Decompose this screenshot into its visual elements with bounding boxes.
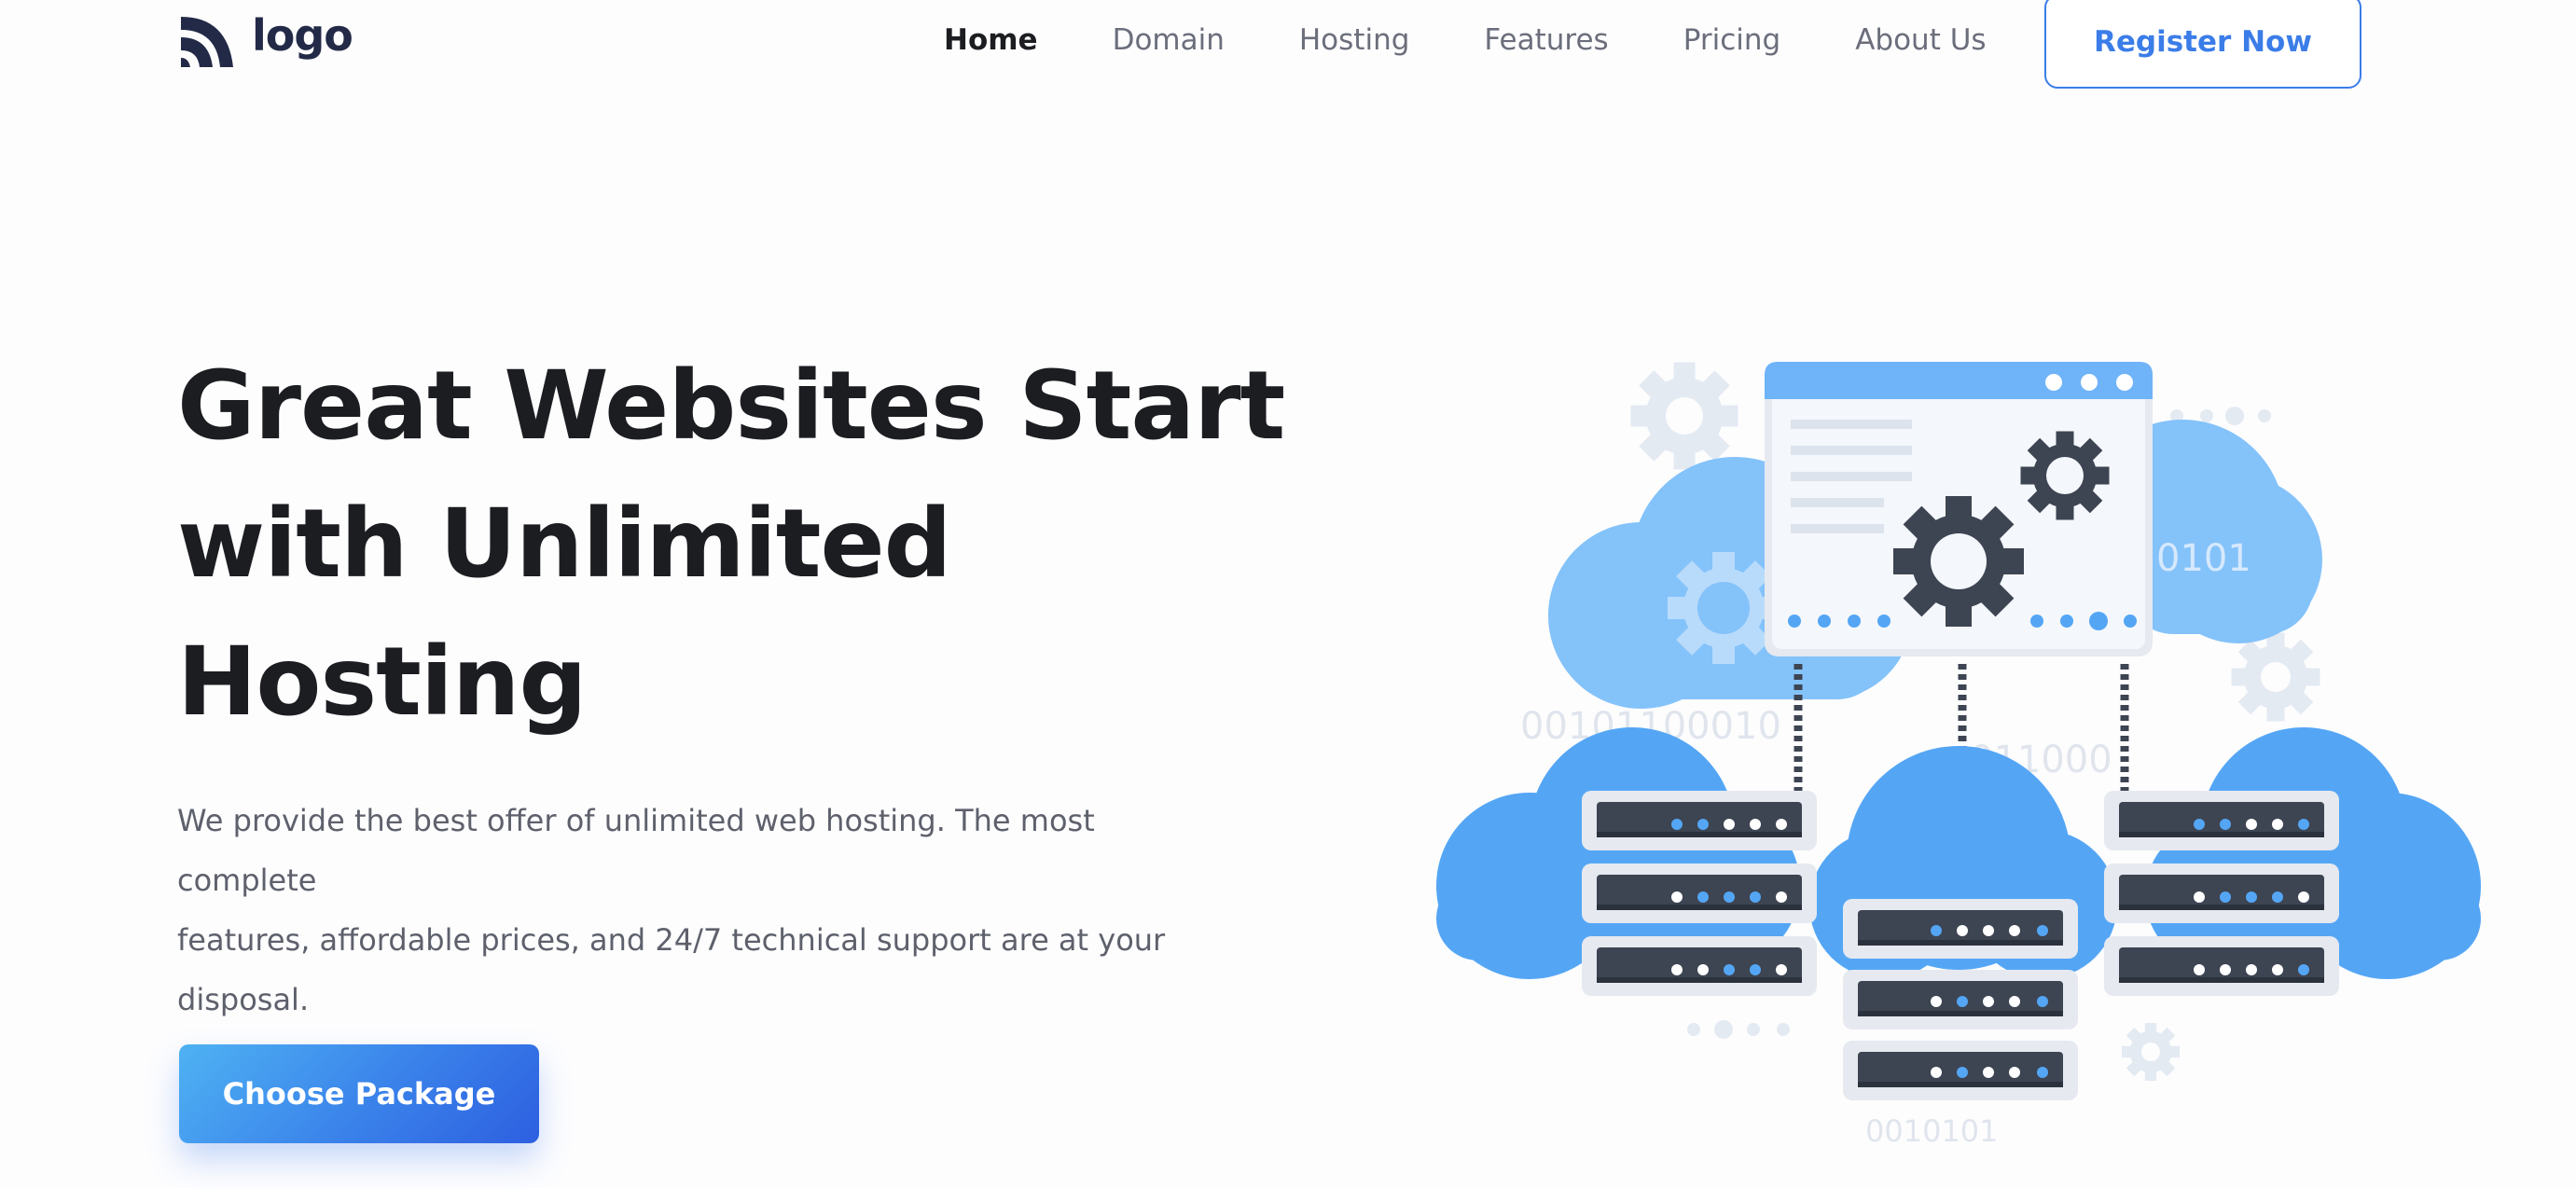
background-gear-icon: [1668, 552, 1780, 664]
hero-description: We provide the best offer of unlimited w…: [177, 791, 1231, 1029]
hero-title-line: with Unlimited: [177, 489, 952, 600]
gear-icon: [1893, 496, 2024, 627]
nav-domain[interactable]: Domain: [1113, 23, 1225, 57]
hero-title-line: Great Websites Start: [177, 351, 1285, 462]
hero-description-line: We provide the best offer of unlimited w…: [177, 803, 1095, 898]
hero-title: Great Websites Start with Unlimited Host…: [177, 338, 1296, 752]
nav-about-us[interactable]: About Us: [1855, 23, 1986, 57]
browser-window: [1765, 362, 2153, 656]
logo-icon: [181, 17, 233, 67]
logo-text: logo: [252, 10, 353, 61]
nav-home[interactable]: Home: [944, 23, 1038, 57]
site-header: logo Home Domain Hosting Features Pricin…: [0, 0, 2576, 93]
main-nav: Home Domain Hosting Features Pricing Abo…: [944, 0, 1987, 80]
server-stack-icon: [1582, 791, 1817, 996]
server-stack-icon: [2104, 791, 2339, 996]
binary-text: 0101: [2156, 537, 2251, 580]
gear-icon: [2020, 431, 2110, 520]
register-now-button[interactable]: Register Now: [2044, 0, 2361, 89]
hero-description-line: disposal.: [177, 982, 310, 1017]
nav-hosting[interactable]: Hosting: [1299, 23, 1410, 57]
nav-features[interactable]: Features: [1484, 23, 1608, 57]
hero-description-line: features, affordable prices, and 24/7 te…: [177, 922, 1166, 958]
choose-package-button[interactable]: Choose Package: [179, 1044, 539, 1143]
background-gear-icon: [2231, 632, 2320, 722]
background-gear-icon: [1630, 362, 1738, 470]
server-stack-icon: [1843, 899, 2078, 1100]
background-gear-icon: [2122, 1023, 2180, 1081]
nav-pricing[interactable]: Pricing: [1683, 23, 1781, 57]
binary-text: 0010101: [1865, 1113, 1999, 1149]
hero-title-line: Hosting: [177, 627, 588, 738]
cloud-hosting-illustration: 0101 00101100010 011000 0010101: [1436, 362, 2481, 1149]
logo[interactable]: logo: [177, 6, 353, 73]
